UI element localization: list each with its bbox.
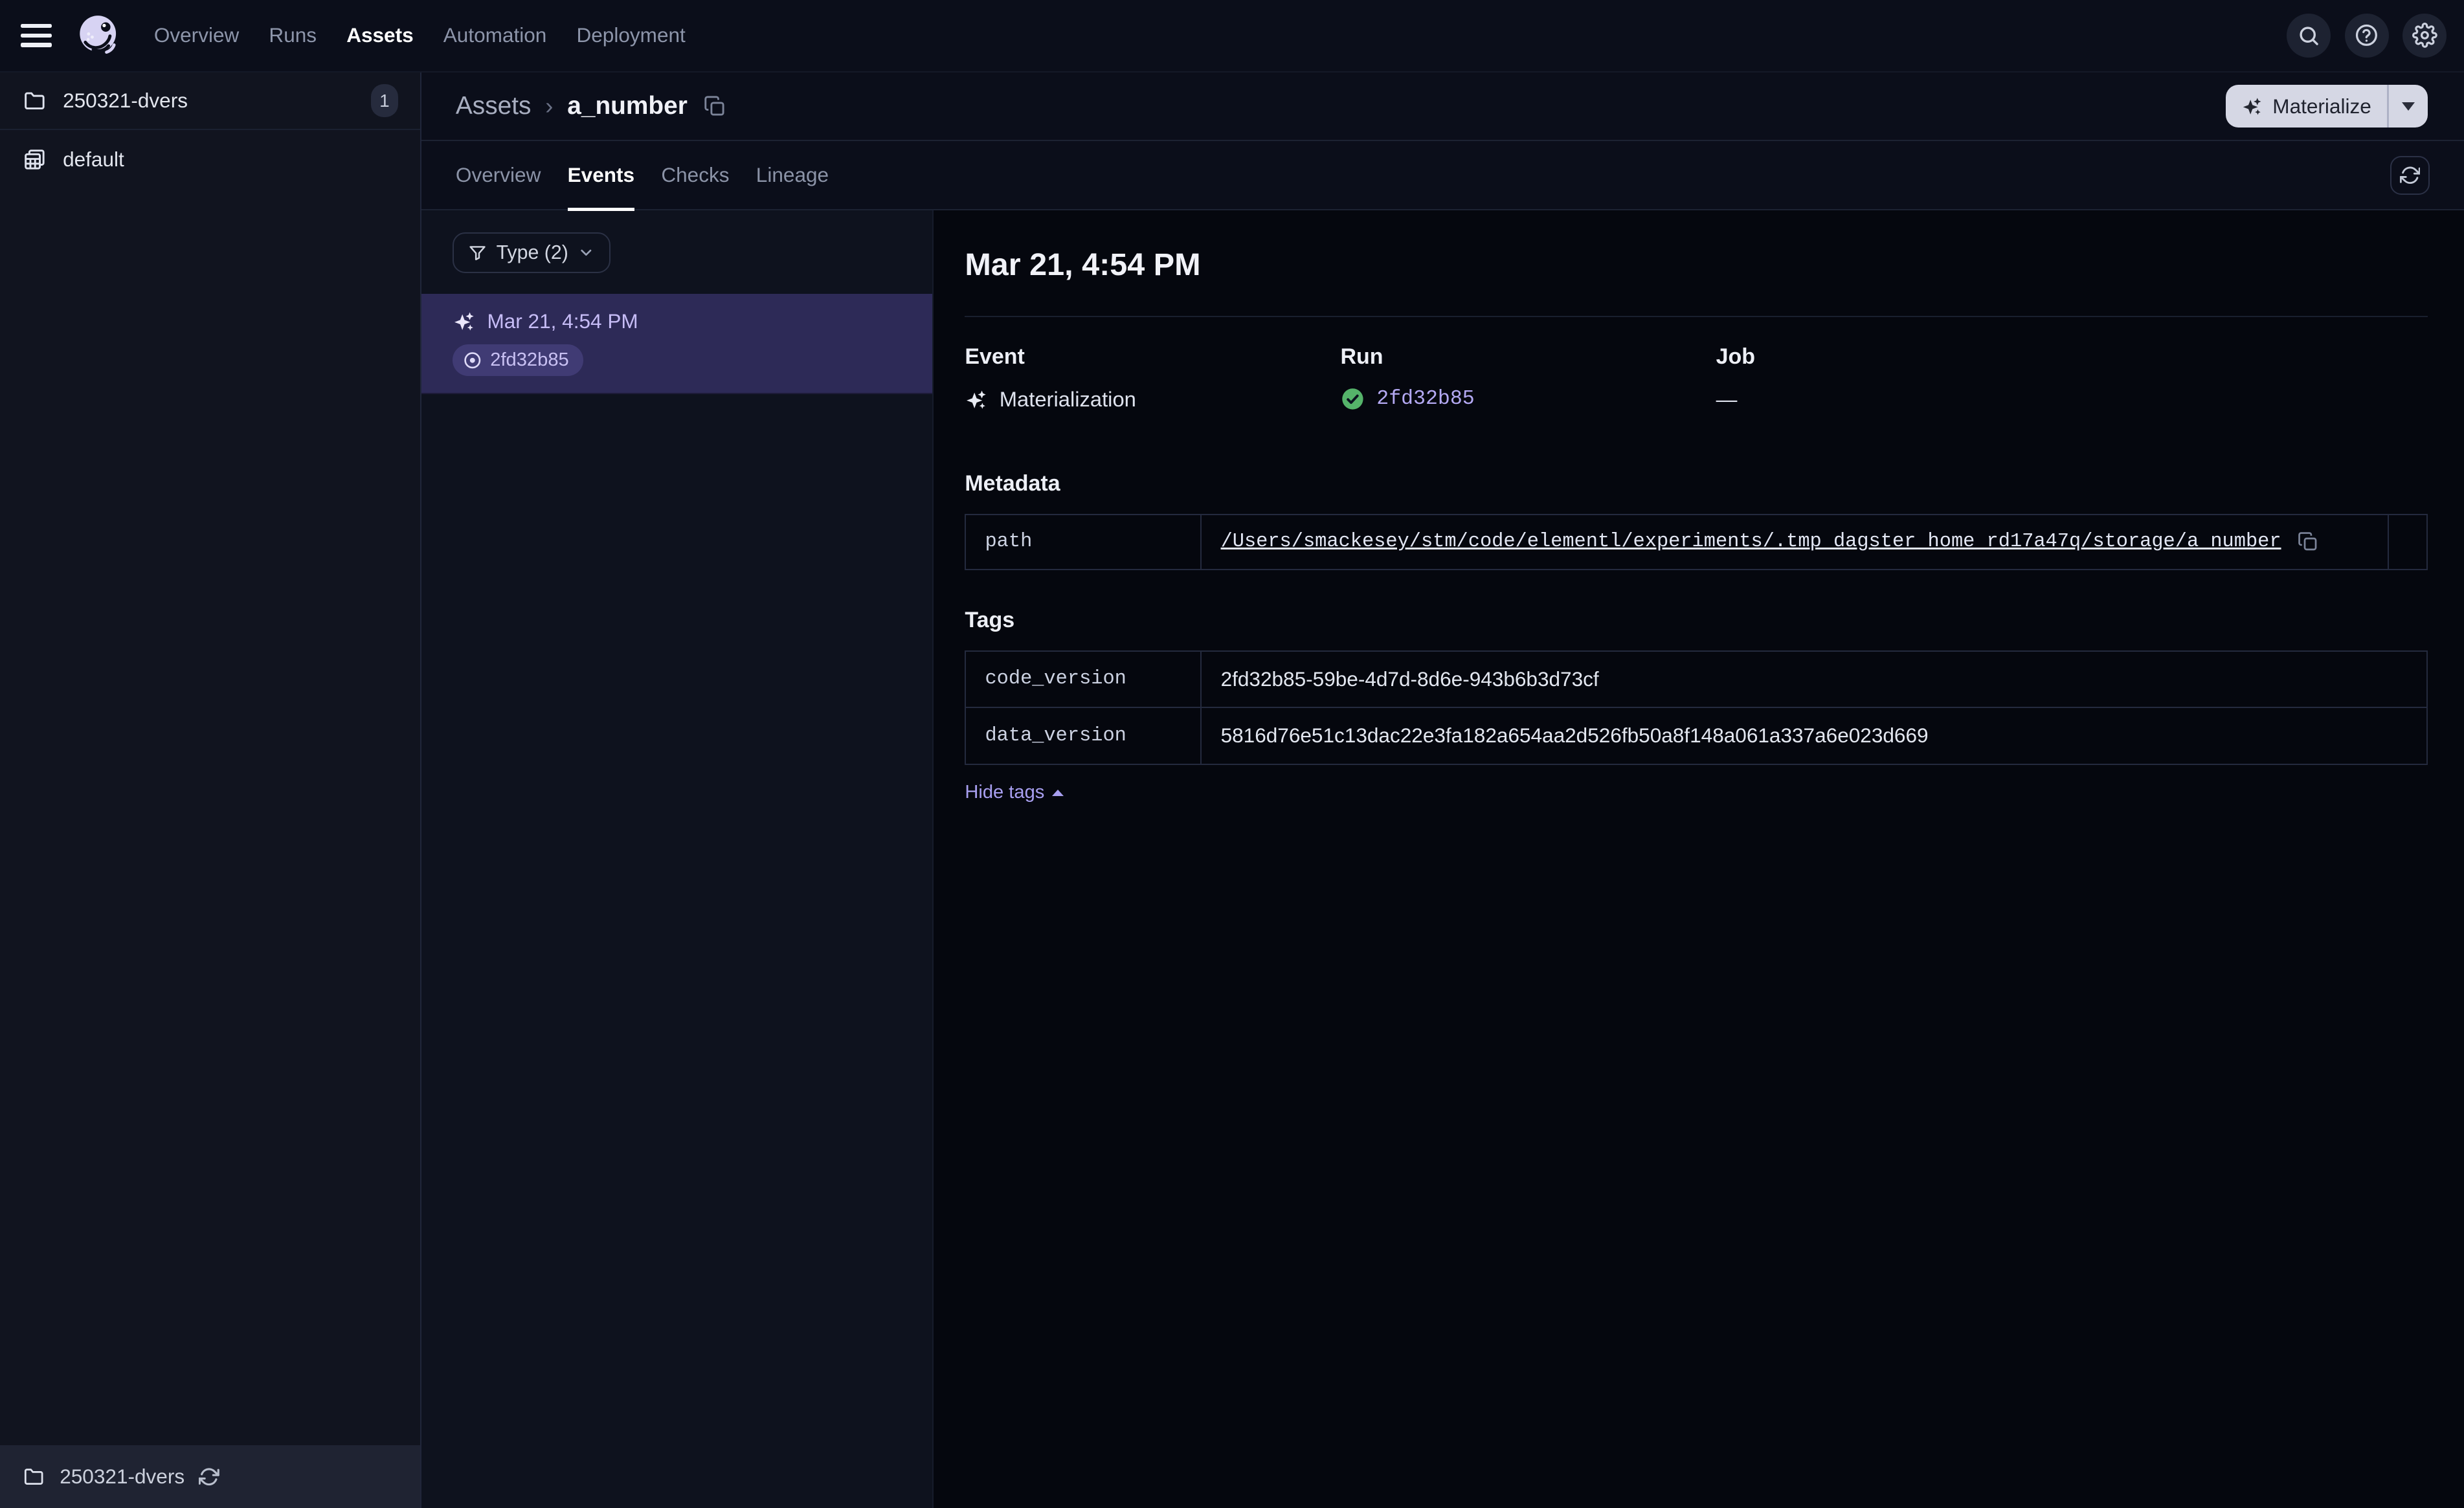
tags-table: code_version 2fd32b85-59be-4d7d-8d6e-943… <box>965 650 2428 765</box>
table-row: code_version 2fd32b85-59be-4d7d-8d6e-943… <box>965 650 2428 709</box>
materialize-sparkle-icon <box>2241 95 2263 117</box>
main-nav-links: Overview Runs Assets Automation Deployme… <box>154 23 686 47</box>
tag-value-cell: 5816d76e51c13dac22e3fa182a654aa2d526fb50… <box>1200 707 2428 765</box>
sidebar-footer-label: 250321-dvers <box>60 1465 185 1489</box>
run-pill-label: 2fd32b85 <box>490 349 569 370</box>
tag-key-cell: code_version <box>965 650 1202 709</box>
metadata-key-cell: path <box>965 514 1202 570</box>
run-status-icon <box>462 350 483 371</box>
chevron-down-icon <box>577 244 595 261</box>
folder-icon <box>22 88 47 113</box>
event-timestamp: Mar 21, 4:54 PM <box>487 309 638 333</box>
materialization-sparkle-icon <box>965 388 988 411</box>
event-detail-title: Mar 21, 4:54 PM <box>965 247 1201 283</box>
sidebar-item-label: default <box>63 147 124 171</box>
tab-lineage[interactable]: Lineage <box>756 141 829 209</box>
asset-group-icon <box>22 147 47 172</box>
event-list-item-selected[interactable]: Mar 21, 4:54 PM 2fd32b85 <box>421 293 932 395</box>
asset-catalog-sidebar: 250321-dvers 1 default 250321-dvers <box>0 72 421 1508</box>
hide-tags-label: Hide tags <box>965 782 1045 803</box>
table-row: path /Users/smackesey/stm/code/elementl/… <box>965 514 2428 570</box>
materialize-button-main[interactable]: Materialize <box>2226 85 2388 128</box>
type-filter-label: Type (2) <box>496 241 568 263</box>
event-item-header: Mar 21, 4:54 PM <box>453 309 901 333</box>
dagster-logo-icon[interactable] <box>75 12 122 59</box>
metadata-value-cell: /Users/smackesey/stm/code/elementl/exper… <box>1200 514 2389 570</box>
tags-heading: Tags <box>965 607 1015 632</box>
page-header: Assets › a_number Materialize <box>421 72 2464 142</box>
event-summary-grid: Event Run Job Materialization 2fd32b85 — <box>965 344 2428 412</box>
tab-checks[interactable]: Checks <box>661 141 729 209</box>
event-type-label: Materialization <box>999 386 1136 411</box>
run-value: 2fd32b85 <box>1340 386 1716 412</box>
sidebar-item-label: 250321-dvers <box>63 89 188 113</box>
materialize-dropdown-toggle[interactable] <box>2389 85 2428 128</box>
tab-overview[interactable]: Overview <box>456 141 541 209</box>
tab-events[interactable]: Events <box>567 141 634 212</box>
page-title: a_number <box>567 92 688 120</box>
help-icon[interactable] <box>2344 13 2389 58</box>
main-column: Assets › a_number Materialize Overview E… <box>421 72 2464 1508</box>
run-id-link[interactable]: 2fd32b85 <box>1376 388 1474 410</box>
search-icon[interactable] <box>2286 13 2331 58</box>
caret-up-icon <box>1052 789 1064 796</box>
events-filter-row: Type (2) <box>421 232 932 274</box>
refresh-button[interactable] <box>2390 155 2430 195</box>
events-list-panel: Type (2) Mar 21, 4:54 PM 2fd32b85 <box>421 210 934 1508</box>
sidebar-footer[interactable]: 250321-dvers <box>0 1445 420 1508</box>
metadata-heading: Metadata <box>965 471 1060 496</box>
dagster-app: Overview Runs Assets Automation Deployme… <box>0 0 2464 1508</box>
breadcrumb-separator: › <box>545 93 554 120</box>
event-column-label: Event <box>965 344 1025 369</box>
tag-value-cell: 2fd32b85-59be-4d7d-8d6e-943b6b3d73cf <box>1200 650 2428 709</box>
success-check-icon <box>1340 386 1365 412</box>
event-type-value: Materialization <box>965 386 1340 412</box>
metadata-action-cell <box>2387 514 2428 570</box>
hide-tags-link[interactable]: Hide tags <box>965 782 1064 803</box>
breadcrumb: Assets › a_number <box>456 92 727 120</box>
run-column-label: Run <box>1340 344 1383 369</box>
nav-item-overview[interactable]: Overview <box>154 23 239 47</box>
detail-divider <box>965 316 2428 318</box>
sidebar-item-group-default[interactable]: default <box>0 130 420 188</box>
filter-icon <box>468 243 487 262</box>
materialize-button-label: Materialize <box>2272 94 2371 118</box>
type-filter-button[interactable]: Type (2) <box>453 232 610 274</box>
event-detail-panel: Mar 21, 4:54 PM Event Run Job Materializ… <box>933 210 2464 1508</box>
gear-icon[interactable] <box>2402 13 2447 58</box>
hamburger-icon[interactable] <box>20 17 58 54</box>
table-row: data_version 5816d76e51c13dac22e3fa182a6… <box>965 707 2428 765</box>
tag-key-cell: data_version <box>965 707 1202 765</box>
nav-item-deployment[interactable]: Deployment <box>576 23 685 47</box>
nav-item-assets[interactable]: Assets <box>346 23 413 47</box>
metadata-path-link[interactable]: /Users/smackesey/stm/code/elementl/exper… <box>1221 531 2281 553</box>
folder-icon <box>22 1465 45 1488</box>
breadcrumb-assets-link[interactable]: Assets <box>456 92 532 120</box>
top-nav: Overview Runs Assets Automation Deployme… <box>0 0 2464 72</box>
caret-down-icon <box>2401 102 2415 111</box>
job-column-label: Job <box>1716 344 1755 369</box>
materialization-sparkle-icon <box>453 309 476 333</box>
copy-path-icon[interactable] <box>2297 531 2319 553</box>
sync-icon[interactable] <box>198 1467 219 1487</box>
copy-asset-name-icon[interactable] <box>703 94 726 118</box>
job-value: — <box>1716 386 1738 411</box>
asset-tabs: Overview Events Checks Lineage <box>421 141 2464 212</box>
materialize-button[interactable]: Materialize <box>2225 85 2428 128</box>
nav-item-runs[interactable]: Runs <box>269 23 317 47</box>
run-id-pill[interactable]: 2fd32b85 <box>453 344 583 376</box>
nav-item-automation[interactable]: Automation <box>443 23 547 47</box>
app-shell: 250321-dvers 1 default 250321-dvers Asse… <box>0 72 2464 1508</box>
events-split-view: Type (2) Mar 21, 4:54 PM 2fd32b85 Mar 21… <box>421 210 2464 1508</box>
asset-count-badge: 1 <box>371 83 398 118</box>
sidebar-item-code-location[interactable]: 250321-dvers 1 <box>0 72 420 131</box>
metadata-table: path /Users/smackesey/stm/code/elementl/… <box>965 514 2428 570</box>
